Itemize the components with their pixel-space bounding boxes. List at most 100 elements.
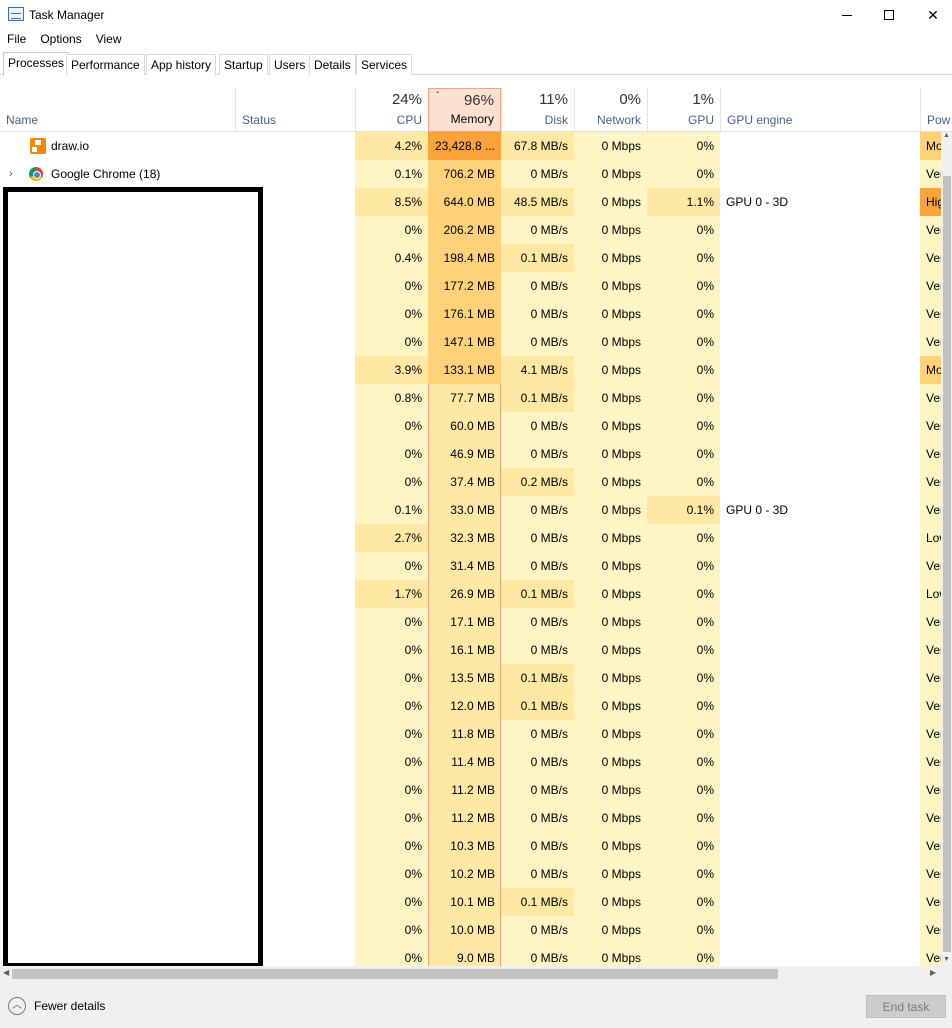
tab-services[interactable]: Services: [356, 54, 413, 75]
header-network[interactable]: 0% Network: [574, 88, 647, 132]
cell-power: Mo: [920, 356, 941, 384]
cell-power: Ver: [926, 447, 941, 461]
expand-chevron-icon[interactable]: ›: [9, 160, 13, 188]
tab-details[interactable]: Details: [309, 54, 356, 75]
cell-disk: 0 MB/s: [530, 867, 568, 881]
cell-gpu: 0%: [696, 867, 714, 881]
menu-options[interactable]: Options: [33, 30, 88, 50]
cell-gpu-engine: [720, 860, 920, 888]
cell-net: 0 Mbps: [601, 531, 641, 545]
scroll-right-icon[interactable]: ▶: [930, 968, 936, 977]
cell-power: Low: [926, 531, 941, 545]
cell-power: Ver: [926, 643, 941, 657]
cell-disk: 67.8 MB/s: [501, 132, 574, 160]
menu-file[interactable]: File: [0, 30, 33, 50]
cell-cpu: 0%: [404, 839, 422, 853]
cell-power: Ver: [926, 391, 941, 405]
cell-power: Ver: [926, 279, 941, 293]
cell-cpu: 0%: [404, 615, 422, 629]
process-name: Google Chrome (18): [51, 167, 161, 181]
cell-mem: 10.1 MB: [450, 895, 495, 909]
cell-mem: 23,428.8 ...: [428, 132, 501, 160]
header-status[interactable]: Status: [235, 88, 355, 132]
cell-gpu: 0%: [696, 811, 714, 825]
cell-disk: 0 MB/s: [530, 279, 568, 293]
cell-cpu: 0%: [404, 811, 422, 825]
cell-gpu-engine: [720, 636, 920, 664]
maximize-button[interactable]: [866, 0, 912, 30]
header-gpu-engine[interactable]: GPU engine: [720, 88, 920, 132]
cell-cpu: 0%: [404, 783, 422, 797]
horizontal-scroll-thumb[interactable]: [12, 969, 778, 979]
cell-gpu: 0%: [696, 419, 714, 433]
cell-power: Ver: [926, 335, 941, 349]
redacted-region: [3, 187, 263, 968]
cell-cpu: 0%: [404, 307, 422, 321]
cell-cpu: 0.8%: [394, 391, 422, 405]
header-gpu-pct: 1%: [692, 91, 714, 108]
header-gpu[interactable]: 1% GPU: [647, 88, 720, 132]
end-task-button[interactable]: End task: [866, 995, 946, 1018]
header-disk[interactable]: 11% Disk: [501, 88, 574, 132]
header-memory[interactable]: ˇ 96% Memory: [428, 88, 501, 132]
fewer-details-link[interactable]: Fewer details: [34, 999, 105, 1013]
cell-gpu-engine: [720, 580, 920, 608]
vertical-scrollbar[interactable]: ▲ ▼: [941, 132, 952, 966]
minimize-button[interactable]: [824, 0, 870, 30]
cell-power: Mo: [920, 132, 941, 160]
cell-net: 0 Mbps: [601, 503, 641, 517]
cell-cpu: 0%: [404, 755, 422, 769]
cell-gpu-engine: [720, 384, 920, 412]
cell-power: Ver: [926, 895, 941, 909]
cell-power: Ver: [926, 811, 941, 825]
menu-view[interactable]: View: [89, 30, 129, 50]
cell-net: 0 Mbps: [601, 727, 641, 741]
cell-mem: 10.2 MB: [450, 867, 495, 881]
tab-app-history[interactable]: App history: [146, 54, 217, 75]
tab-startup[interactable]: Startup: [219, 54, 268, 75]
cell-net: 0 Mbps: [601, 951, 641, 965]
table-row[interactable]: draw.io 4.2% 23,428.8 ... 67.8 MB/s 0 Mbps 0%…: [0, 132, 941, 160]
header-power[interactable]: Pow: [920, 88, 952, 132]
cell-disk: 0.2 MB/s: [501, 468, 574, 496]
chevron-up-icon[interactable]: ︿: [8, 997, 26, 1015]
cell-net: 0 Mbps: [601, 895, 641, 909]
cell-net: 0 Mbps: [601, 699, 641, 713]
cell-gpu: 0%: [696, 251, 714, 265]
horizontal-scrollbar[interactable]: ◀ ▶: [0, 966, 952, 982]
cell-net: 0 Mbps: [601, 419, 641, 433]
cell-cpu: 0%: [404, 671, 422, 685]
tab-processes[interactable]: Processes: [3, 52, 70, 76]
header-cpu[interactable]: 24% CPU: [355, 88, 428, 132]
scroll-left-icon[interactable]: ◀: [3, 968, 9, 977]
cell-mem: 198.4 MB: [428, 244, 501, 272]
header-gpu-engine-label: GPU engine: [727, 113, 793, 127]
tab-users[interactable]: Users: [269, 54, 311, 75]
cell-mem: 9.0 MB: [456, 951, 495, 965]
cell-gpu: 0%: [696, 755, 714, 769]
close-button[interactable]: ✕: [910, 0, 952, 30]
cell-power: Ver: [926, 671, 941, 685]
vertical-scroll-thumb[interactable]: [943, 176, 951, 952]
cell-net: 0 Mbps: [601, 167, 641, 181]
table-row[interactable]: › Google Chrome (18) 0.1% 706.2 MB 0 MB/s 0 M…: [0, 160, 941, 188]
cell-gpu: 0%: [696, 727, 714, 741]
cell-mem: 11.4 MB: [451, 755, 495, 769]
scroll-down-icon[interactable]: ▼: [941, 956, 952, 966]
tab-performance[interactable]: Performance: [66, 54, 145, 75]
cell-power: Ver: [926, 951, 941, 965]
cell-mem: 11.2 MB: [451, 811, 495, 825]
cell-net: 0 Mbps: [601, 475, 641, 489]
cell-mem: 13.5 MB: [450, 671, 495, 685]
cell-net: 0 Mbps: [601, 839, 641, 853]
cell-mem: 26.9 MB: [450, 587, 495, 601]
header-cpu-label: CPU: [396, 113, 422, 127]
tab-bar: Processes Performance App history Startu…: [0, 52, 952, 76]
cell-cpu: 0%: [404, 699, 422, 713]
scroll-up-icon[interactable]: ▲: [941, 132, 952, 142]
cell-gpu-engine: [720, 216, 920, 244]
cell-power: Ver: [926, 251, 941, 265]
header-name[interactable]: Name: [0, 88, 235, 132]
cell-gpu: 0%: [696, 223, 714, 237]
chrome-icon: [29, 167, 43, 181]
